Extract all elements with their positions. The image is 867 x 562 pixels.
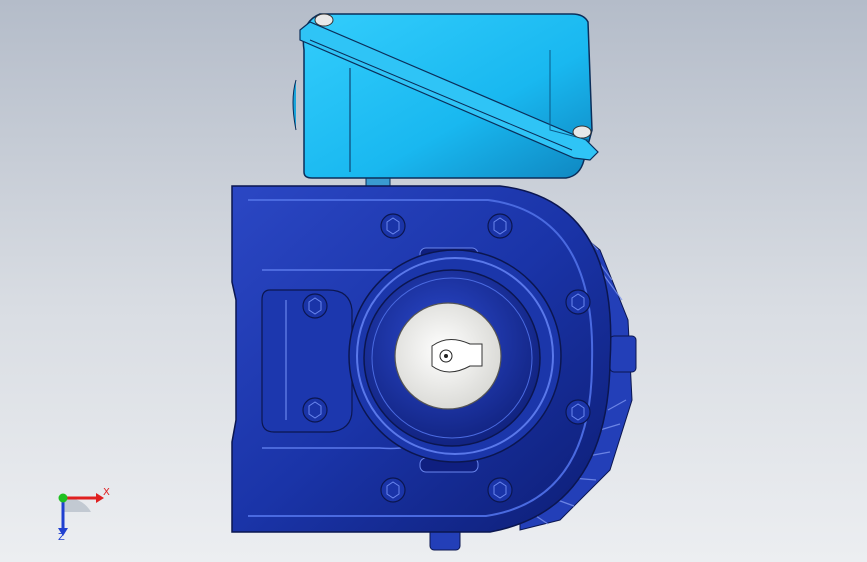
triad-arrows [58,493,104,536]
x-axis-label: X [103,487,110,498]
z-axis-label: Z [58,532,65,543]
graphics-viewport[interactable]: X Z [0,0,867,562]
cover-screw [314,13,334,27]
pump-3d-model[interactable] [0,0,867,562]
axis-triad: X Z [42,478,122,548]
rotor-hub[interactable] [363,269,541,447]
junction-box[interactable] [292,13,599,191]
cover-screw [572,125,592,139]
